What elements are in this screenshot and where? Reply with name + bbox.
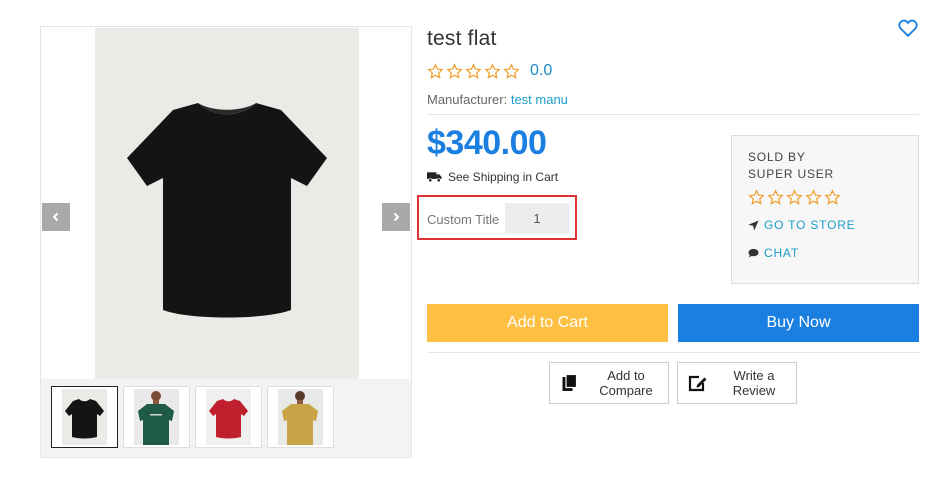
sold-by-label: SOLD BY [748,150,806,164]
product-rating: 0.0 [427,61,552,81]
add-to-compare-label-line1: Add to [607,368,645,383]
manufacturer-label: Manufacturer: [427,92,508,107]
thumbnail-black-tshirt[interactable] [51,386,118,448]
add-to-compare-label-line2: Compare [599,383,653,398]
star-outline-icon [484,62,501,79]
add-to-cart-button[interactable]: Add to Cart [427,304,668,342]
add-to-compare-button[interactable]: Add to Compare [549,362,669,404]
shipping-info: See Shipping in Cart [427,170,558,184]
next-image-button[interactable] [382,203,410,231]
buy-now-button[interactable]: Buy Now [678,304,919,342]
thumbnail-green-tshirt[interactable] [123,386,190,448]
write-review-button[interactable]: Write a Review [677,362,797,404]
copy-icon [562,374,578,391]
main-product-image [95,28,359,379]
star-outline-icon [824,189,841,205]
thumbnail-red-tshirt[interactable] [195,386,262,448]
star-outline-icon [503,62,520,79]
write-review-label-line2: Review [732,383,776,398]
star-outline-icon [786,189,803,205]
rating-stars [427,62,520,80]
custom-title-input[interactable] [505,203,569,233]
truck-icon [427,172,442,183]
chevron-right-icon [393,212,400,222]
prev-image-button[interactable] [42,203,70,231]
wishlist-button[interactable] [897,17,919,39]
manufacturer-link[interactable]: test manu [511,92,568,107]
star-outline-icon [767,189,784,205]
chat-label: CHAT [764,246,799,260]
go-to-store-label: GO TO STORE [764,218,856,232]
divider [427,352,919,353]
chat-bubble-icon [748,248,759,258]
star-outline-icon [748,189,765,205]
write-review-label-line1: Write a [733,368,775,383]
product-gallery [40,26,412,458]
seller-rating-stars [748,189,841,206]
star-outline-icon [427,62,444,79]
edit-icon [688,375,707,392]
seller-box: SOLD BY SUPER USER GO TO STORE CHAT [731,135,919,284]
chevron-left-icon [52,212,59,222]
seller-name: SUPER USER [748,167,835,181]
thumbnail-strip [41,379,411,457]
star-outline-icon [805,189,822,205]
custom-title-label: Custom Title [427,212,500,227]
product-title: test flat [427,27,497,50]
shipping-text: See Shipping in Cart [448,170,559,184]
star-outline-icon [446,62,463,79]
location-arrow-icon [748,219,759,231]
product-price: $340.00 [427,124,547,162]
heart-outline-icon [898,19,918,38]
chat-link[interactable]: CHAT [748,246,799,260]
divider [427,114,919,115]
rating-value: 0.0 [530,62,553,79]
thumbnail-yellow-tshirt[interactable] [267,386,334,448]
manufacturer-line: Manufacturer: test manu [427,92,568,107]
star-outline-icon [465,62,482,79]
go-to-store-link[interactable]: GO TO STORE [748,218,856,232]
